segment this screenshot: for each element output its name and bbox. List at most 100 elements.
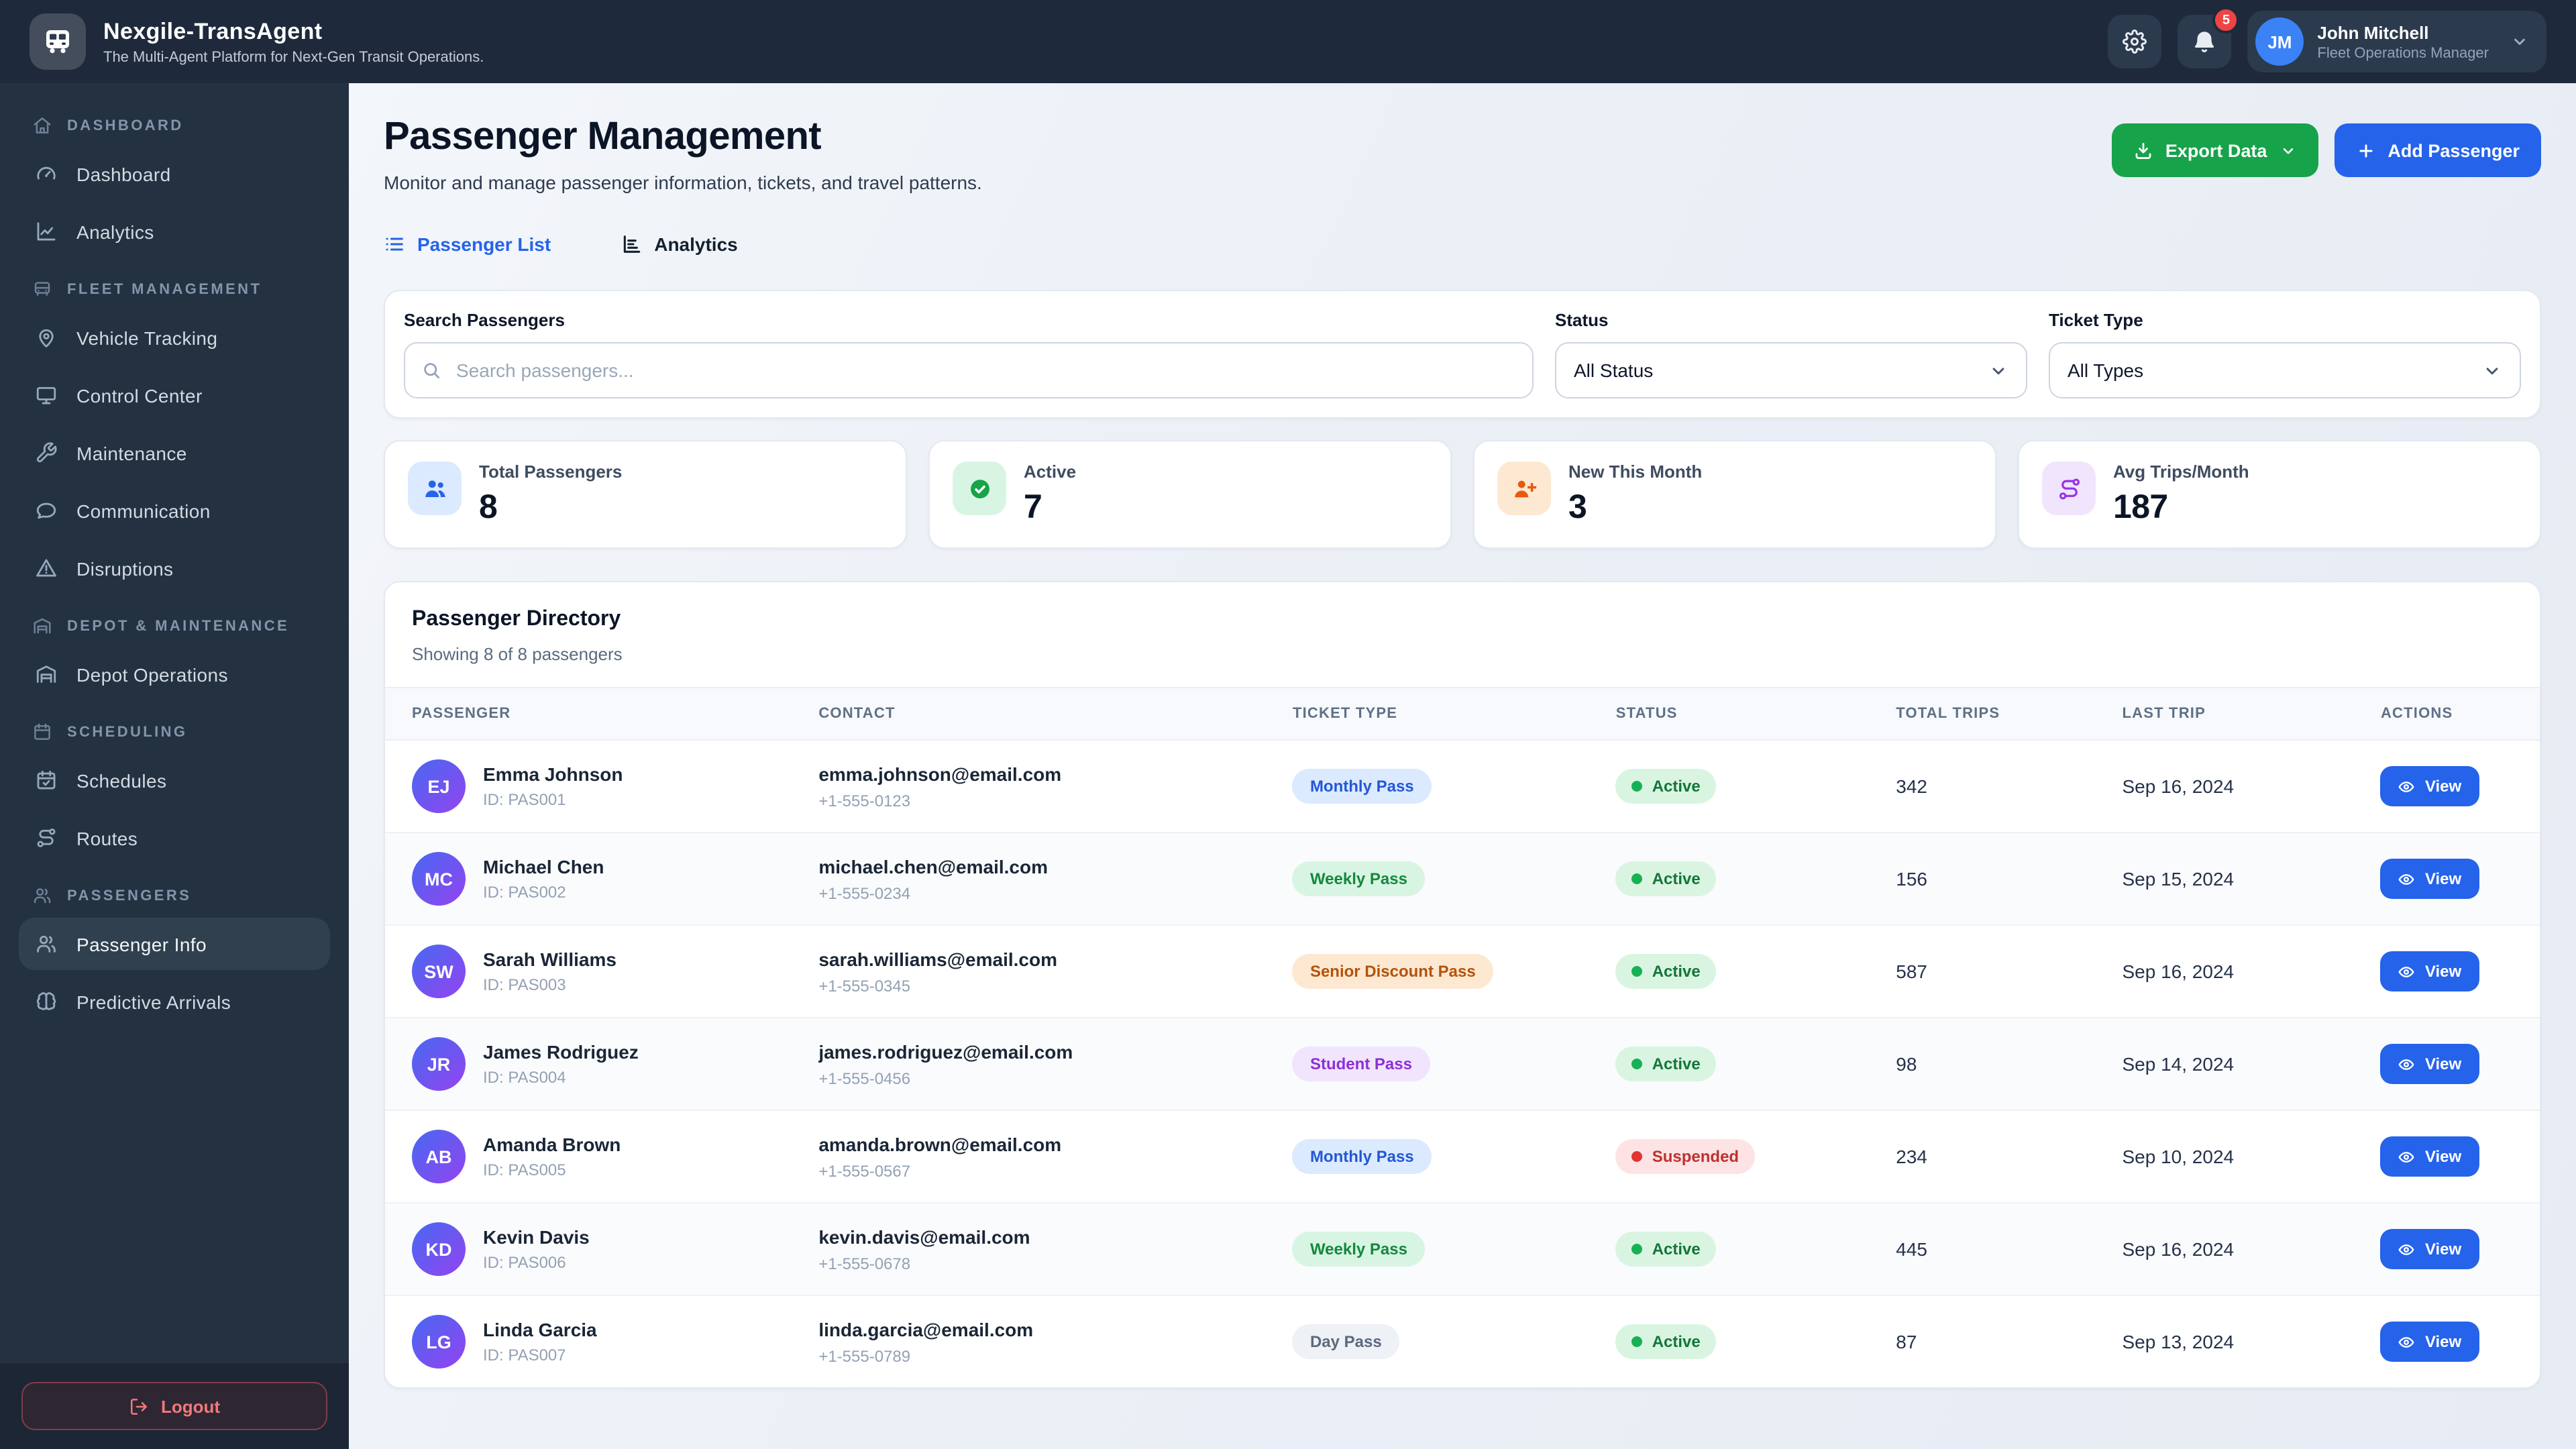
sidebar-item-passenger-info[interactable]: Passenger Info: [19, 918, 330, 970]
view-button[interactable]: View: [2380, 1044, 2479, 1084]
sidebar-section-label: Passengers: [67, 888, 192, 904]
notifications-button[interactable]: 5: [2178, 7, 2240, 68]
logout-label: Logout: [160, 1396, 221, 1416]
sidebar-item-vehicle-tracking[interactable]: Vehicle Tracking: [19, 311, 330, 364]
passenger-name: Michael Chen: [483, 856, 604, 877]
table-row: LG Linda Garcia ID: PAS007 linda.garcia@…: [385, 1295, 2540, 1387]
status-dot: [1631, 1059, 1643, 1069]
table-row: JR James Rodriguez ID: PAS004 james.rodr…: [385, 1017, 2540, 1110]
stat-icon: [408, 462, 462, 515]
ticket-type-field: Ticket Type All Types: [2049, 310, 2521, 398]
passenger-directory-card: Passenger Directory Showing 8 of 8 passe…: [384, 581, 2541, 1389]
add-passenger-button[interactable]: Add Passenger: [2334, 123, 2541, 177]
directory-subtitle: Showing 8 of 8 passengers: [412, 644, 623, 664]
sidebar-item-label: Dashboard: [76, 163, 171, 184]
total-trips: 587: [1882, 924, 2109, 1018]
stats-row: Total Passengers 8 Active 7 New This Mon…: [384, 440, 2541, 549]
status-select[interactable]: All Status: [1555, 342, 2027, 398]
chevron-down-icon: [2482, 360, 2502, 380]
ticket-type-badge: Student Pass: [1292, 1046, 1430, 1081]
sidebar-section-label: Scheduling: [67, 724, 188, 740]
passenger-id: ID: PAS004: [483, 1068, 566, 1087]
user-menu[interactable]: JM John Mitchell Fleet Operations Manage…: [2247, 11, 2546, 72]
passenger-name: Emma Johnson: [483, 763, 623, 785]
sidebar-item-label: Predictive Arrivals: [76, 991, 231, 1012]
passenger-phone: +1-555-0678: [818, 1254, 911, 1273]
table-body: EJ Emma Johnson ID: PAS001 emma.johnson@…: [385, 740, 2540, 1387]
export-data-button[interactable]: Export Data: [2111, 123, 2318, 177]
app-title: Nexgile-TransAgent: [103, 18, 323, 44]
chevron-down-icon: [2279, 142, 2296, 159]
plus-icon: [2355, 140, 2375, 160]
view-button[interactable]: View: [2380, 1229, 2479, 1269]
table-header-row: Passenger Contact Ticket Type Status Total T…: [385, 687, 2540, 741]
status-badge: Active: [1615, 1046, 1717, 1081]
app-logo: [30, 13, 86, 70]
passenger-id: ID: PAS003: [483, 975, 566, 994]
page-actions: Export Data Add Passenger: [2111, 123, 2541, 177]
sidebar-item-maintenance[interactable]: Maintenance: [19, 427, 330, 479]
total-trips: 342: [1896, 775, 1927, 797]
sidebar-item-predictive-arrivals[interactable]: Predictive Arrivals: [19, 975, 330, 1028]
status-badge: Active: [1615, 954, 1717, 989]
sidebar-item-schedules[interactable]: Schedules: [19, 754, 330, 806]
passenger-table: Passenger Contact Ticket Type Status Total T…: [385, 687, 2540, 1387]
status-field: Status All Status: [1555, 310, 2027, 398]
ticket-type-badge: Weekly Pass: [1292, 861, 1425, 896]
passenger-email: kevin.davis@email.com: [818, 1226, 1030, 1247]
passenger-phone: +1-555-0234: [818, 883, 911, 902]
ticket-type-badge: Monthly Pass: [1292, 769, 1432, 804]
tab-passenger-list[interactable]: Passenger List: [384, 233, 551, 255]
column-header-total-trips: Total Trips: [1882, 687, 2109, 741]
status-select-value: All Status: [1574, 360, 1654, 381]
user-plus-icon: [1511, 476, 1537, 501]
passenger-name: Amanda Brown: [483, 1134, 621, 1155]
stat-card-new-this-month: New This Month 3: [1473, 440, 1996, 549]
status-dot: [1631, 781, 1643, 792]
user-name: John Mitchell: [2317, 22, 2429, 42]
status-badge: Active: [1615, 861, 1717, 896]
sidebar-item-communication[interactable]: Communication: [19, 484, 330, 537]
total-trips: 87: [1882, 1295, 2109, 1387]
sidebar-item-routes[interactable]: Routes: [19, 812, 330, 864]
avatar: JR: [412, 1037, 466, 1091]
sidebar-item-depot-operations[interactable]: Depot Operations: [19, 648, 330, 700]
view-label: View: [2424, 1332, 2462, 1351]
ticket-type-select[interactable]: All Types: [2049, 342, 2521, 398]
warehouse-icon: [35, 663, 58, 686]
sidebar-item-label: Passenger Info: [76, 933, 207, 955]
sidebar-item-disruptions[interactable]: Disruptions: [19, 542, 330, 594]
stat-value: 8: [479, 488, 498, 526]
status-dot: [1631, 1244, 1643, 1254]
passenger-email: emma.johnson@email.com: [818, 763, 1062, 784]
users-icon: [32, 885, 52, 906]
chat-icon: [35, 499, 58, 522]
view-button[interactable]: View: [2380, 1322, 2479, 1362]
settings-button[interactable]: [2108, 15, 2162, 68]
table-row: KD Kevin Davis ID: PAS006 kevin.davis@em…: [385, 1202, 2540, 1295]
stat-label: Avg Trips/Month: [2113, 462, 2249, 482]
avatar: AB: [412, 1130, 466, 1183]
sidebar-item-analytics[interactable]: Analytics: [19, 205, 330, 258]
tab-analytics[interactable]: Analytics: [621, 233, 738, 255]
alert-triangle-icon: [35, 557, 58, 580]
sidebar-item-control-center[interactable]: Control Center: [19, 369, 330, 421]
export-data-label: Export Data: [2165, 140, 2267, 160]
passenger-name: Linda Garcia: [483, 1319, 597, 1340]
logout-icon: [129, 1396, 149, 1416]
search-input[interactable]: [404, 342, 1534, 398]
home-icon: [32, 115, 52, 136]
view-button[interactable]: View: [2380, 1136, 2479, 1177]
list-icon: [384, 233, 405, 255]
sidebar-item-dashboard[interactable]: Dashboard: [19, 148, 330, 200]
view-button[interactable]: View: [2380, 766, 2479, 806]
eye-icon: [2398, 1148, 2416, 1165]
view-button[interactable]: View: [2380, 951, 2479, 991]
notification-badge: 5: [2212, 7, 2240, 34]
view-button[interactable]: View: [2380, 859, 2479, 899]
status-badge: Active: [1615, 1232, 1717, 1267]
app-shell: Dashboard Dashboard Analytics Fleet Mana…: [0, 83, 2576, 1449]
column-header-contact: Contact: [805, 687, 1279, 741]
logout-button[interactable]: Logout: [21, 1382, 327, 1430]
last-trip: Sep 16, 2024: [2108, 924, 2367, 1018]
